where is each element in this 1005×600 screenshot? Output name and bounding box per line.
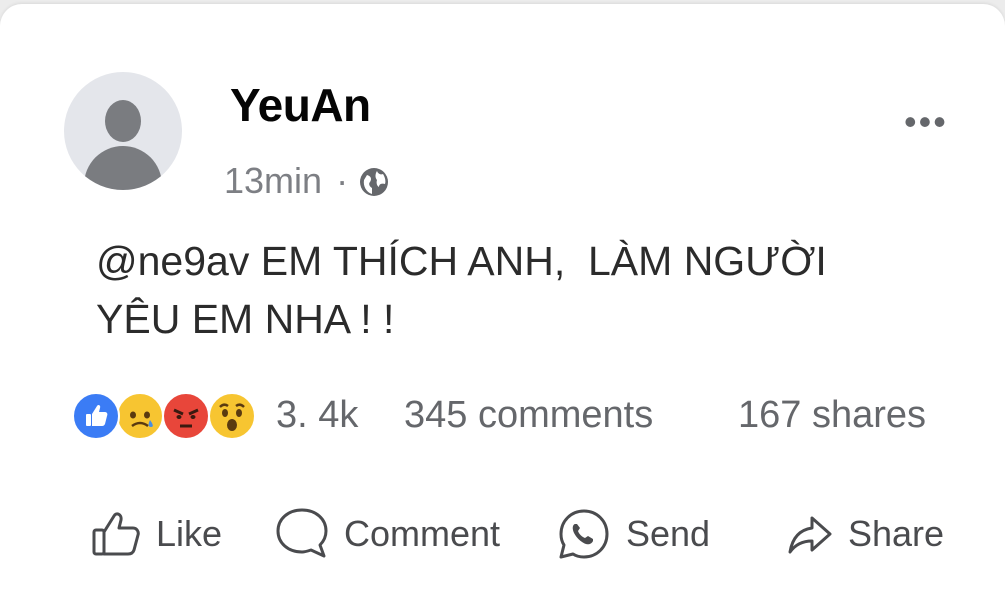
shares-count[interactable]: 167 shares: [738, 394, 926, 437]
post-time[interactable]: 13min: [224, 160, 322, 202]
send-label: Send: [626, 513, 711, 554]
share-label: Share: [848, 513, 945, 554]
wow-icon: [208, 392, 256, 440]
reaction-count[interactable]: 3. 4k: [276, 394, 358, 437]
angry-icon: [162, 392, 210, 440]
avatar-body-shape: [84, 146, 162, 190]
thumbs-up-icon: [92, 512, 140, 556]
post-text: @ne9av EM THÍCH ANH, LÀM NGƯỜI YÊU EM NH…: [96, 238, 827, 342]
globe-icon: [358, 165, 390, 197]
reactions-bar[interactable]: 3. 4k 345 comments 167 shares: [72, 392, 972, 444]
avatar[interactable]: [64, 72, 182, 190]
sad-icon: [116, 392, 164, 440]
author-name[interactable]: YeuAn: [230, 78, 371, 132]
post-meta: 13min ·: [224, 160, 390, 202]
action-bar: Like Comment Send Share: [0, 494, 1005, 574]
comment-label: Comment: [344, 513, 501, 554]
meta-separator: ·: [336, 160, 349, 201]
share-button[interactable]: Share: [786, 494, 944, 574]
more-options-icon[interactable]: •••: [904, 102, 948, 142]
avatar-head-shape: [105, 100, 141, 142]
comments-count[interactable]: 345 comments: [404, 394, 653, 437]
comment-bubble-icon: [276, 508, 328, 558]
like-icon: [72, 392, 120, 440]
share-arrow-icon: [788, 516, 832, 554]
like-label: Like: [156, 513, 223, 554]
post-card: YeuAn 13min · ••• @ne9av EM THÍCH ANH, L…: [0, 4, 1005, 600]
like-button[interactable]: Like: [90, 494, 222, 574]
comment-button[interactable]: Comment: [274, 494, 500, 574]
whatsapp-icon: [559, 509, 609, 559]
send-button[interactable]: Send: [556, 494, 710, 574]
